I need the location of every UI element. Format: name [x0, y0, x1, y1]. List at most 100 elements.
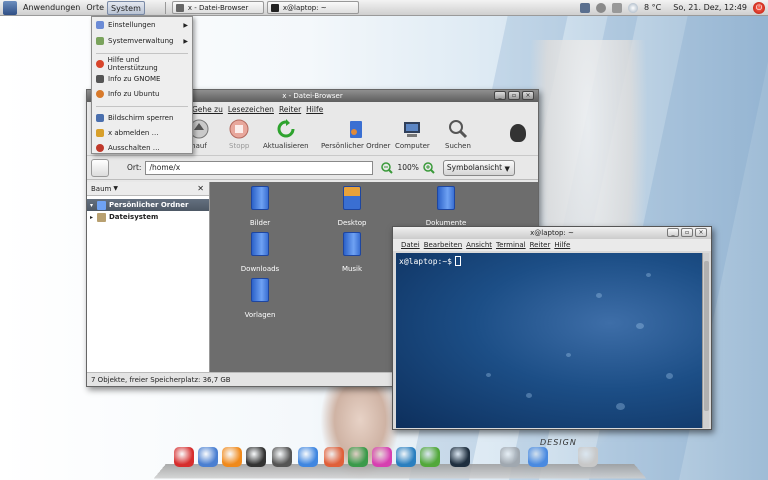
minimize-button[interactable]: _	[494, 91, 506, 100]
wallpaper-drop	[486, 373, 491, 377]
menu-bearbeiten[interactable]: Bearbeiten	[424, 241, 462, 249]
file-item-dokumente[interactable]: Dokumente	[406, 186, 486, 227]
tree-item-label: Dateisystem	[109, 213, 159, 221]
main-menu-bar: Anwendungen Orte System	[0, 0, 145, 16]
menu-item-abmelden[interactable]: x abmelden …	[92, 126, 192, 140]
menu-ansicht[interactable]: Ansicht	[466, 241, 492, 249]
power-icon[interactable]: ⏻	[753, 1, 765, 14]
toolbar-refresh-button[interactable]: Aktualisieren	[263, 119, 309, 150]
menu-item-label: Systemverwaltung	[108, 37, 174, 45]
toolbar-computer-button[interactable]: Computer	[395, 119, 430, 150]
menu-hilfe[interactable]: Hilfe	[554, 241, 570, 249]
tree-item-filesystem[interactable]: ▸ Dateisystem	[87, 211, 209, 223]
window-titlebar[interactable]: x@laptop: ~ _ ▫ ×	[393, 227, 711, 239]
minimize-button[interactable]: _	[667, 228, 679, 237]
audio-player-icon[interactable]	[246, 447, 266, 467]
menu-item-ausschalten[interactable]: Ausschalten …	[92, 141, 192, 155]
terminal-icon[interactable]	[450, 447, 470, 467]
volume-icon[interactable]	[596, 2, 607, 13]
menu-hilfe[interactable]: Hilfe	[306, 105, 323, 114]
close-button[interactable]: ×	[522, 91, 534, 100]
toolbar-search-button[interactable]: Suchen	[445, 119, 471, 150]
menu-item-einstellungen[interactable]: Einstellungen ▶	[92, 18, 192, 32]
close-button[interactable]: ×	[695, 228, 707, 237]
menu-item-systemverwaltung[interactable]: Systemverwaltung ▶	[92, 34, 192, 48]
battery-icon[interactable]	[612, 2, 623, 13]
file-item-musik[interactable]: Musik	[312, 232, 392, 273]
folder-icon	[251, 232, 269, 256]
zoom-level[interactable]: 100%	[397, 163, 418, 172]
file-item-label: Vorlagen	[244, 311, 276, 319]
ubuntu-logo-icon[interactable]	[3, 0, 17, 15]
expand-arrow-icon[interactable]: ▾	[90, 202, 97, 209]
web-icon[interactable]	[396, 447, 416, 467]
terminal-menubar: Datei Bearbeiten Ansicht Terminal Reiter…	[393, 239, 711, 251]
submenu-arrow-icon: ▶	[183, 21, 188, 29]
menu-terminal[interactable]: Terminal	[496, 241, 526, 249]
help-icon	[96, 60, 104, 68]
menu-item-hilfe[interactable]: Hilfe und Unterstützung	[92, 56, 192, 72]
menu-item-label: x abmelden …	[108, 129, 159, 137]
menu-reiter[interactable]: Reiter	[530, 241, 551, 249]
sidebar-mode-select[interactable]: Baum	[91, 185, 111, 193]
firefox-icon[interactable]	[324, 447, 344, 467]
file-item-bilder[interactable]: Bilder	[220, 186, 300, 227]
toolbar-home-button[interactable]: Persönlicher Ordner	[321, 119, 390, 150]
menu-item-bildschirm-sperren[interactable]: Bildschirm sperren	[92, 111, 192, 125]
menu-lesezeichen[interactable]: Lesezeichen	[228, 105, 274, 114]
shield-icon[interactable]	[500, 447, 520, 467]
menu-separator	[96, 53, 188, 54]
maximize-button[interactable]: ▫	[681, 228, 693, 237]
edit-location-toggle[interactable]	[91, 158, 109, 177]
menu-item-info-gnome[interactable]: Info zu GNOME	[92, 72, 192, 86]
file-item-vorlagen[interactable]: Vorlagen	[220, 278, 300, 319]
scrollbar-thumb[interactable]	[704, 261, 709, 411]
refresh-icon	[277, 119, 295, 138]
home-folder-icon	[97, 200, 106, 210]
finder-icon[interactable]	[528, 447, 548, 467]
network-icon[interactable]	[580, 2, 591, 13]
menu-system[interactable]: System	[107, 0, 145, 15]
zoom-in-icon[interactable]	[423, 161, 435, 174]
trash-icon[interactable]	[578, 447, 598, 467]
browser-icon[interactable]	[174, 447, 194, 467]
color-picker-icon[interactable]	[372, 447, 392, 467]
messenger-icon[interactable]	[298, 447, 318, 467]
menu-datei[interactable]: Datei	[401, 241, 420, 249]
zoom-out-icon[interactable]	[381, 161, 394, 174]
menu-orte[interactable]: Orte	[83, 1, 107, 15]
image-viewer-icon[interactable]	[198, 447, 218, 467]
folder-icon	[251, 186, 269, 210]
settings-icon[interactable]	[348, 447, 368, 467]
vlc-icon[interactable]	[222, 447, 242, 467]
taskbar-file-browser[interactable]: x - Datei-Browser	[171, 1, 264, 14]
weather-temperature[interactable]: 8 °C	[644, 3, 661, 12]
location-input[interactable]: /home/x	[145, 160, 374, 175]
toolbar-stop-button[interactable]: Stopp	[229, 119, 249, 150]
headphones-icon[interactable]	[272, 447, 292, 467]
view-mode-select[interactable]: Symbolansicht ▼	[442, 159, 515, 176]
menu-item-label: Info zu Ubuntu	[108, 90, 160, 98]
file-item-label: Desktop	[337, 219, 367, 227]
close-icon[interactable]: ✕	[197, 184, 204, 193]
file-item-downloads[interactable]: Downloads	[220, 232, 300, 273]
expand-arrow-icon[interactable]: ▸	[90, 214, 97, 221]
file-item-desktop[interactable]: Desktop	[312, 186, 392, 227]
menu-reiter[interactable]: Reiter	[279, 105, 301, 114]
menu-item-info-ubuntu[interactable]: Info zu Ubuntu	[92, 87, 192, 101]
prompt-text: x@laptop:~$	[399, 256, 452, 266]
wallpaper-drop	[636, 323, 644, 329]
menu-anwendungen[interactable]: Anwendungen	[20, 1, 83, 15]
terminal-screen[interactable]: x@laptop:~$	[396, 253, 702, 428]
ubuntu-icon	[96, 90, 104, 98]
panel-tray: 8 °C So, 21. Dez, 12:49 ⏻	[577, 0, 768, 16]
taskbar-terminal[interactable]: x@laptop: ~	[266, 1, 359, 14]
weather-icon[interactable]	[628, 2, 639, 13]
maximize-button[interactable]: ▫	[508, 91, 520, 100]
menu-gehe-zu[interactable]: Gehe zu	[192, 105, 223, 114]
network-icon[interactable]	[420, 447, 440, 467]
tree-item-home[interactable]: ▾ Persönlicher Ordner	[87, 199, 209, 211]
terminal-scrollbar[interactable]	[702, 253, 709, 428]
view-mode-value: Symbolansicht	[446, 162, 503, 172]
clock[interactable]: So, 21. Dez, 12:49	[673, 3, 747, 12]
